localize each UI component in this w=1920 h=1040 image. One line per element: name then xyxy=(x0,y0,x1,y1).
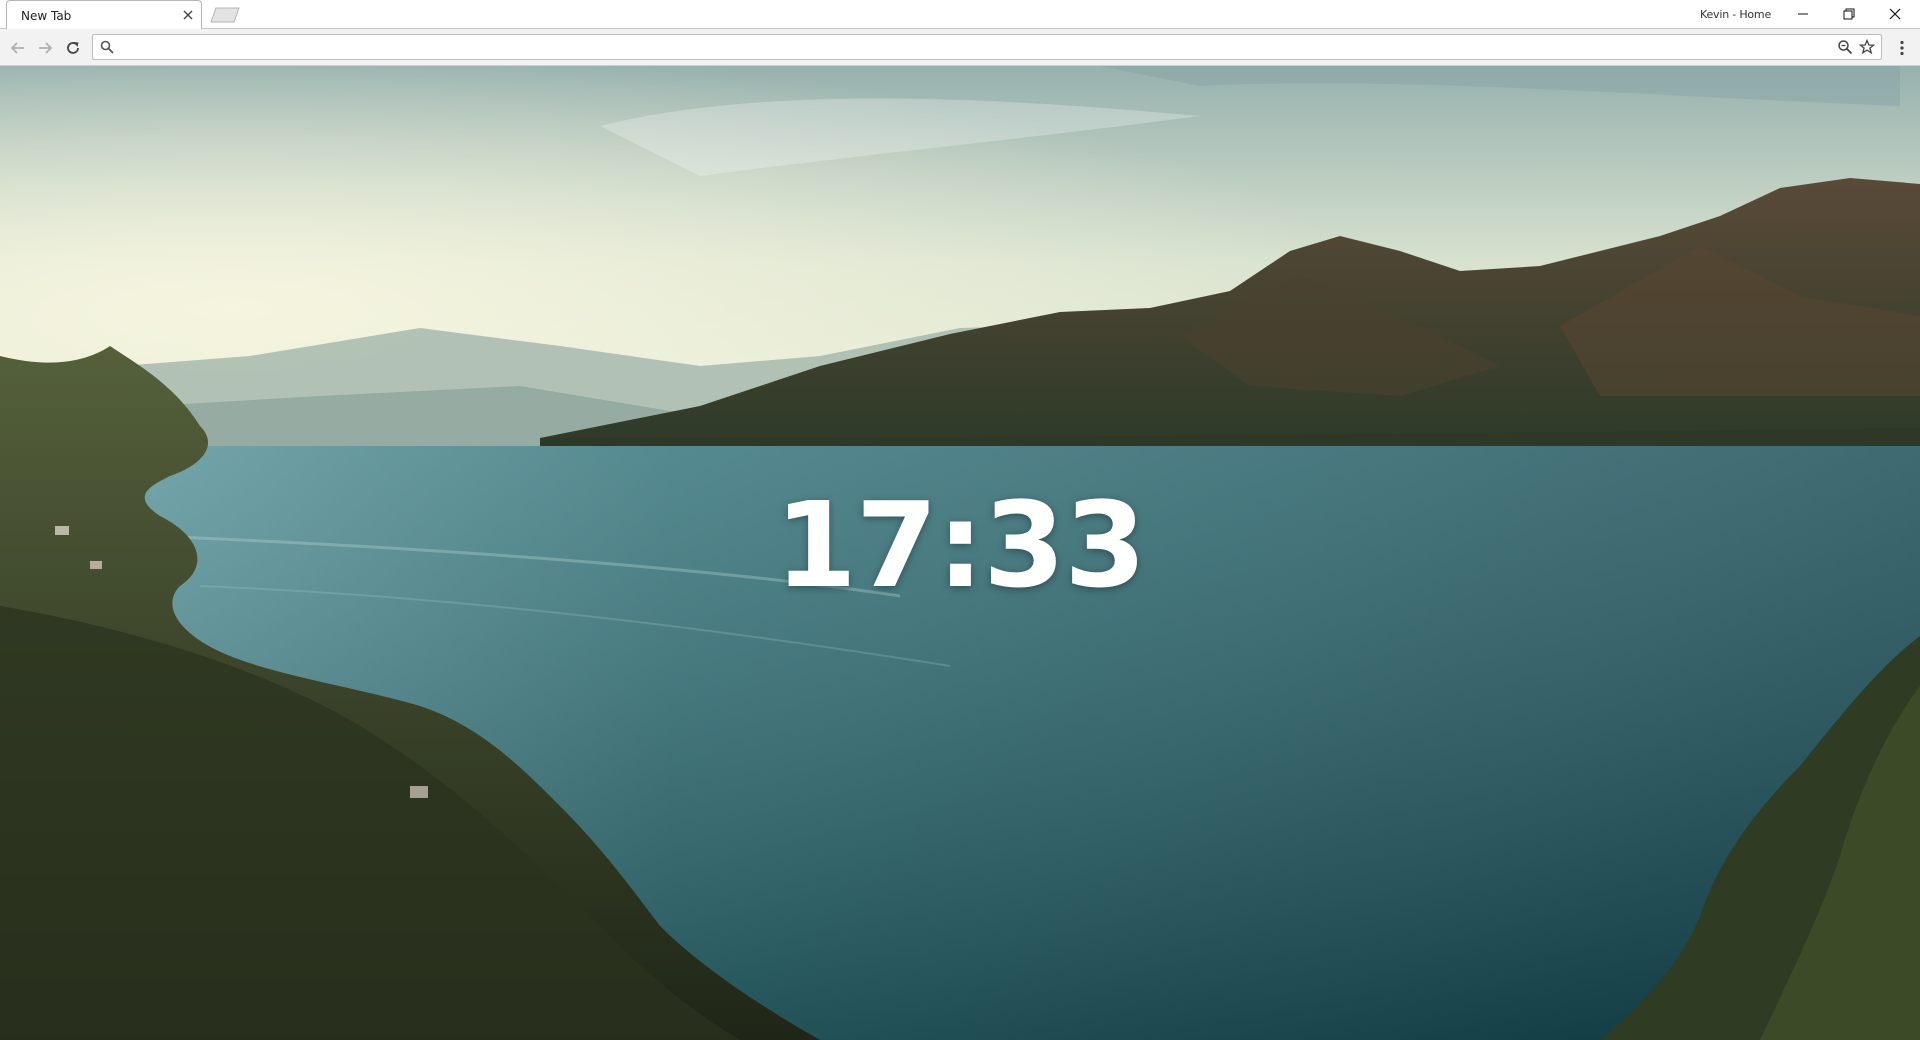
profile-name[interactable]: Kevin - Home xyxy=(1700,8,1771,21)
new-tab-page: 17:33 xyxy=(0,66,1920,1040)
kebab-menu-icon[interactable] xyxy=(1892,35,1912,61)
back-arrow-icon xyxy=(10,42,24,54)
forward-button[interactable] xyxy=(33,36,57,60)
tab-title: New Tab xyxy=(21,9,72,23)
title-bar: New Tab Kevin - Home xyxy=(0,0,1920,29)
clock: 17:33 xyxy=(774,476,1147,614)
zoom-icon[interactable] xyxy=(1837,39,1853,55)
forward-arrow-icon xyxy=(39,42,53,54)
reload-button[interactable] xyxy=(61,36,85,60)
close-icon[interactable] xyxy=(181,8,195,22)
tab-new-tab[interactable]: New Tab xyxy=(6,0,202,29)
minimize-icon[interactable] xyxy=(1780,0,1826,28)
address-input[interactable] xyxy=(121,37,1805,59)
reload-icon xyxy=(67,42,79,54)
star-icon[interactable] xyxy=(1859,39,1875,55)
close-window-icon[interactable] xyxy=(1872,0,1918,28)
restore-icon[interactable] xyxy=(1826,0,1872,28)
address-bar[interactable] xyxy=(92,34,1882,60)
new-tab-button[interactable] xyxy=(209,7,241,23)
back-button[interactable] xyxy=(6,36,30,60)
browser-toolbar xyxy=(0,29,1920,66)
search-icon xyxy=(100,40,114,54)
